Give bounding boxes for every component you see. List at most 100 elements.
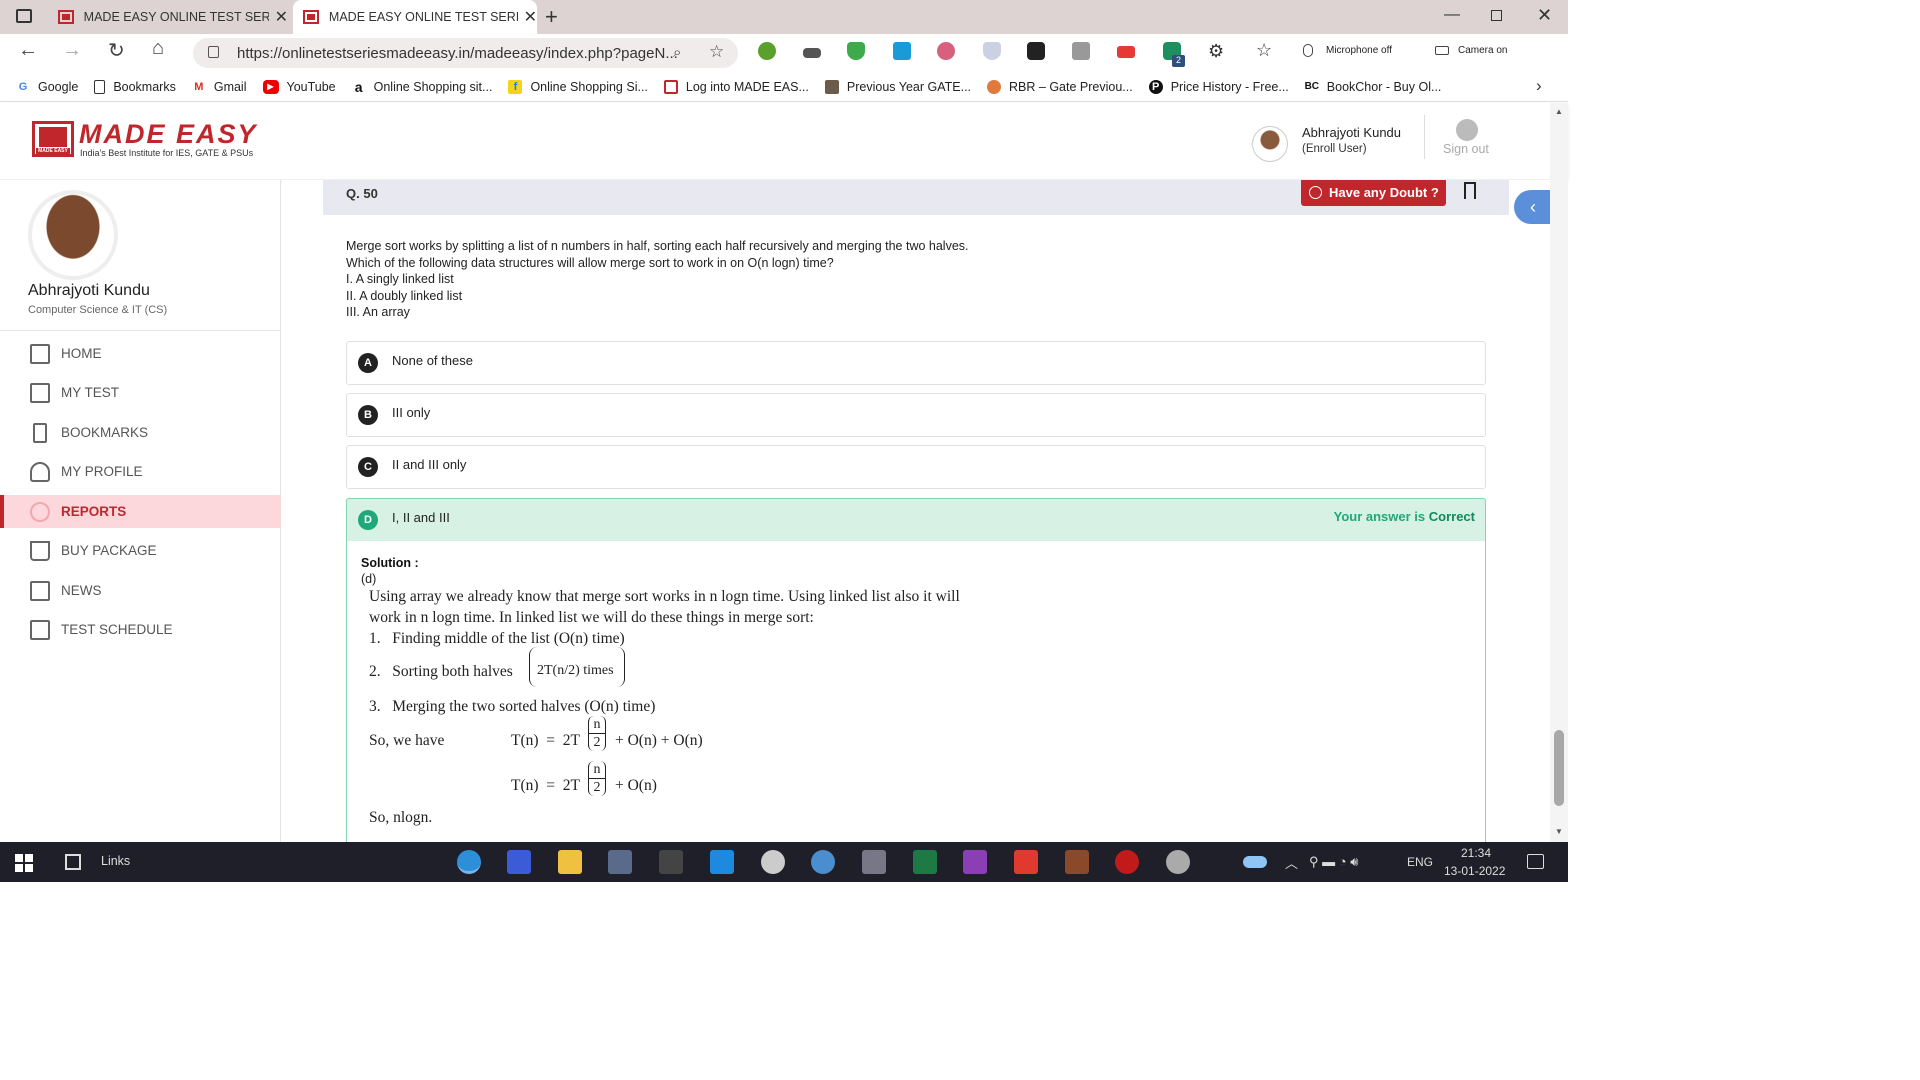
extension-cart-icon[interactable] [1117,46,1135,58]
app-brown-taskbar-icon[interactable] [1065,850,1089,874]
sidebar-item-bookmarks[interactable]: BOOKMARKS [0,416,281,449]
collapse-panel-button[interactable]: ‹ [1514,190,1552,224]
option-c[interactable]: C II and III only [346,445,1486,489]
qbittorrent-taskbar-icon[interactable] [811,850,835,874]
new-tab-button[interactable]: + [545,4,558,30]
sidebar-item-my-test[interactable]: MY TEST [0,376,281,409]
doubt-icon [1309,185,1322,199]
extension-dark-icon[interactable] [1027,42,1045,60]
sidebar-item-news[interactable]: NEWS [0,574,281,607]
sidebar-item-label: REPORTS [61,504,127,519]
excel-taskbar-icon[interactable] [913,850,937,874]
tab-actions-icon[interactable] [16,9,32,23]
scroll-down-icon[interactable]: ▼ [1555,827,1563,836]
madeeasy-favicon-icon [58,10,74,24]
extension-copy-icon[interactable] [1072,42,1090,60]
solution-label: Solution : [361,556,419,570]
sidebar-item-reports[interactable]: REPORTS [0,495,281,528]
bookmark-bookchor[interactable]: BC BookChor - Buy Ol... [1305,80,1442,94]
tray-chevron-icon[interactable]: ︿ [1285,853,1298,872]
page-scrollbar[interactable]: ▲ ▼ [1550,103,1568,842]
option-b[interactable]: B III only [346,393,1486,437]
more-bookmarks-chevron-icon[interactable]: › [1536,76,1542,96]
browser-tab-2[interactable]: MADE EASY ONLINE TEST SERIES ✕ [293,0,537,34]
extension-brain-icon[interactable] [937,42,955,60]
windows-start-icon[interactable] [15,854,33,872]
sidebar-item-home[interactable]: HOME [0,337,281,370]
sidebar-item-buy-package[interactable]: BUY PACKAGE [0,534,281,567]
refresh-icon[interactable]: ↻ [108,38,125,63]
back-arrow-icon[interactable]: ← [18,39,38,62]
collections-icon[interactable]: ☆ [1256,40,1272,61]
bookmark-bookmarks[interactable]: Bookmarks [94,79,176,94]
microphone-status[interactable]: Microphone off [1326,45,1392,56]
onedrive-icon[interactable] [1243,856,1267,868]
close-tab-icon[interactable]: ✕ [524,7,537,27]
clock-date[interactable]: 13-01-2022 [1444,864,1505,878]
close-tab-icon[interactable]: ✕ [275,7,288,27]
onenote-taskbar-icon[interactable] [963,850,987,874]
task-view-icon[interactable] [65,854,81,870]
camera-icon[interactable] [1435,46,1449,55]
option-a[interactable]: A None of these [346,341,1486,385]
header-avatar[interactable] [1252,126,1288,162]
signout-button[interactable]: Sign out [1443,142,1489,156]
edge-taskbar-icon[interactable] [457,850,481,874]
language-indicator[interactable]: ENG [1407,855,1433,869]
bookmark-pricehistory[interactable]: P Price History - Free... [1148,79,1289,94]
file-explorer-taskbar-icon[interactable] [558,850,582,874]
calculator-taskbar-icon[interactable] [862,850,886,874]
disk-taskbar-icon[interactable] [1166,850,1190,874]
home-icon[interactable]: ⌂ [152,37,164,60]
address-bar[interactable]: https://onlinetestseriesmadeeasy.in/made… [193,38,738,68]
sidebar-item-my-profile[interactable]: MY PROFILE [0,455,281,488]
bookmark-gmail[interactable]: M Gmail [192,80,246,94]
bookmark-label: Price History - Free... [1170,79,1289,94]
forward-arrow-icon[interactable]: → [62,39,82,62]
sidebar-item-test-schedule[interactable]: TEST SCHEDULE [0,613,281,646]
have-doubt-button[interactable]: Have any Doubt ? [1301,180,1446,206]
favorite-star-icon[interactable]: ☆ [709,42,724,62]
tray-icons[interactable]: ⚲ ▬ ◔ 🔊︎ [1309,854,1358,870]
option-text: None of these [392,353,473,368]
bookmark-rbr[interactable]: RBR – Gate Previou... [987,79,1133,94]
bookmark-gate[interactable]: Previous Year GATE... [824,79,971,94]
extension-plus-icon[interactable] [758,42,776,60]
unity-taskbar-icon[interactable] [659,850,683,874]
signout-icon[interactable] [1456,119,1478,141]
scrollbar-thumb[interactable] [1554,730,1564,806]
extension-guard-icon[interactable] [983,42,1001,60]
camera-status[interactable]: Camera on [1458,45,1507,56]
madeeasy-logo[interactable]: MADE EASY MADE EASY India's Best Institu… [32,119,284,161]
app-red-taskbar-icon[interactable] [1115,850,1139,874]
clock-time[interactable]: 21:34 [1461,846,1491,860]
bookmark-question-icon[interactable] [1464,182,1476,199]
scroll-up-icon[interactable]: ▲ [1555,107,1563,116]
git-taskbar-icon[interactable] [1014,850,1038,874]
minimize-button[interactable]: — [1444,6,1460,24]
bookmark-youtube[interactable]: ▶ YouTube [262,79,336,94]
vscode-taskbar-icon[interactable] [710,850,734,874]
microphone-off-icon[interactable] [1303,44,1313,57]
bookmark-madeeasy[interactable]: Log into MADE EAS... [663,79,809,94]
close-window-button[interactable]: ✕ [1537,5,1552,26]
restore-button[interactable] [1491,10,1502,21]
option-text: II and III only [392,457,467,472]
extension-glasses-icon[interactable] [803,48,821,58]
option-d-selected[interactable]: D I, II and III Your answer is Correct [346,498,1486,542]
logo-mark-icon: MADE EASY [32,121,74,157]
bookmark-flipkart[interactable]: f Online Shopping Si... [508,79,648,94]
virtualbox-taskbar-icon[interactable] [608,850,632,874]
bookmark-google[interactable]: G Google [16,80,79,94]
zoom-icon[interactable]: ⌕ [673,44,681,61]
bookmark-amazon[interactable]: a Online Shopping sit... [352,79,493,95]
clock-app-taskbar-icon[interactable] [761,850,785,874]
links-toolbar[interactable]: Links [101,854,130,868]
option-text: III only [392,405,431,420]
extension-translate-icon[interactable] [893,42,911,60]
app-taskbar-icon[interactable] [507,850,531,874]
browser-tab-1[interactable]: MADE EASY ONLINE TEST SERIES ✕ [48,0,288,34]
notifications-icon[interactable] [1527,854,1544,869]
extensions-puzzle-icon[interactable]: ⚙ [1208,41,1224,62]
extension-shield-icon[interactable] [847,42,865,60]
